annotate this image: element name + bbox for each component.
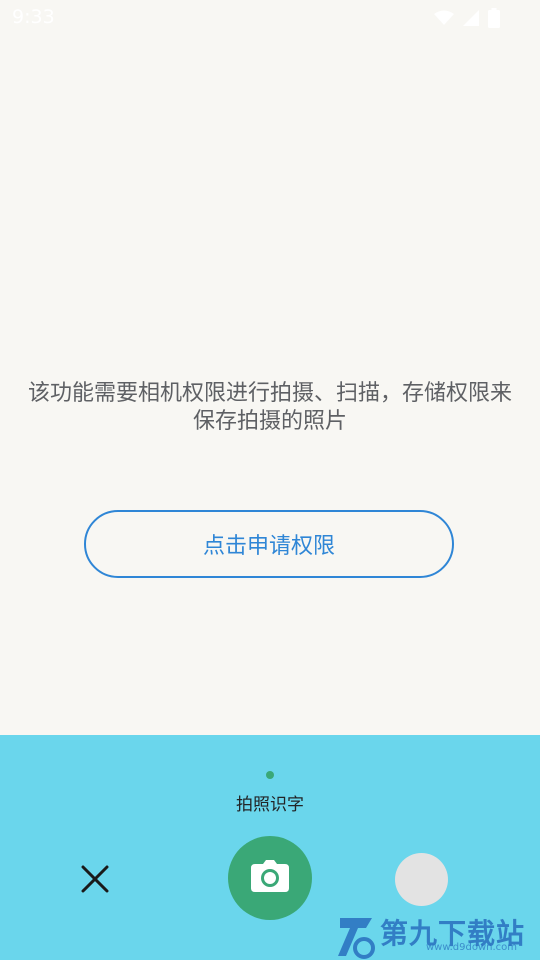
- gallery-thumbnail[interactable]: [395, 853, 448, 906]
- camera-permission-screen: 9:33 该功能需要相机权限进行拍摄、扫描，存储权限来保存拍摄的照片 点击申请权…: [0, 0, 540, 960]
- mode-label[interactable]: 拍照识字: [0, 790, 540, 815]
- permission-message: 该功能需要相机权限进行拍摄、扫描，存储权限来保存拍摄的照片: [27, 381, 512, 434]
- wifi-icon: [434, 10, 454, 30]
- mode-indicator-dot: [266, 771, 274, 779]
- request-permission-button[interactable]: 点击申请权限: [84, 510, 454, 578]
- status-time: 9:33: [12, 6, 55, 28]
- status-bar: 9:33: [0, 0, 540, 36]
- signal-icon: [462, 9, 480, 31]
- close-icon: [76, 865, 114, 902]
- watermark-url: www.d9down.com: [426, 942, 518, 953]
- battery-icon: [488, 8, 500, 32]
- camera-icon: [251, 860, 289, 896]
- shutter-button[interactable]: [228, 836, 312, 920]
- camera-bottom-panel: 拍照识字 第九下载站 www.d9down.com: [0, 735, 540, 960]
- status-icons: [434, 8, 500, 32]
- watermark-logo: 第九下载站 www.d9down.com: [336, 912, 536, 960]
- close-button[interactable]: [76, 860, 114, 898]
